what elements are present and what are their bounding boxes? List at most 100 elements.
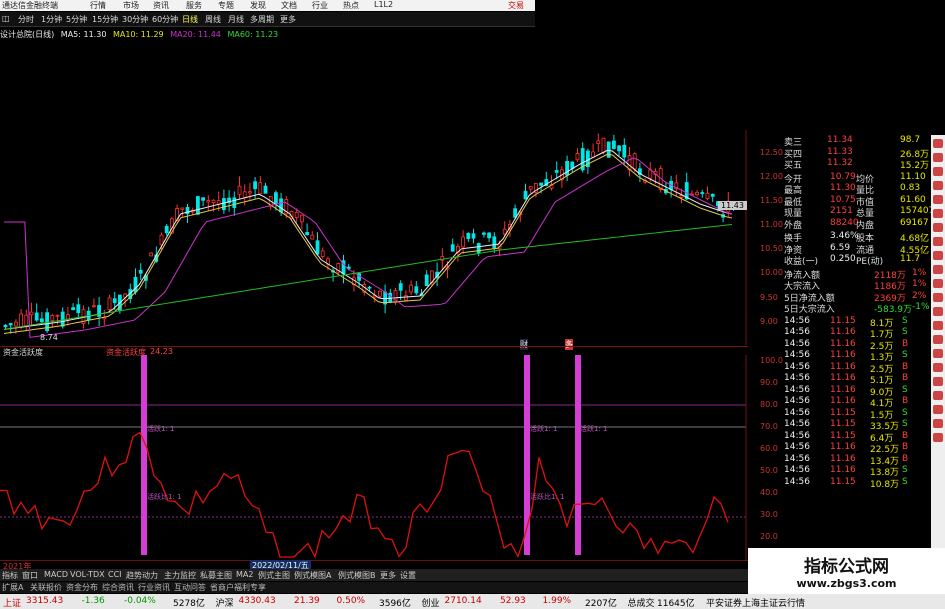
ma20-label: MA20: 11.44 <box>170 30 221 39</box>
tab[interactable]: 主力监控 <box>164 570 196 581</box>
candle <box>310 234 315 240</box>
period-tab[interactable]: 更多 <box>280 14 296 25</box>
candle <box>565 160 569 176</box>
tool-icon <box>933 335 943 344</box>
menu-item[interactable]: 服务 <box>186 0 202 11</box>
ticker-item: 0.50% <box>336 596 366 606</box>
candle <box>596 140 601 144</box>
candle <box>367 286 372 289</box>
candle <box>487 232 492 239</box>
ticker-item: 11645亿 <box>657 599 695 609</box>
tab[interactable]: 综合资讯 <box>102 582 134 593</box>
indicator-chart[interactable] <box>0 355 748 560</box>
period-tab[interactable]: 周线 <box>205 14 221 25</box>
candle <box>710 193 715 197</box>
tab[interactable]: 例式主图 <box>258 570 290 581</box>
candle <box>403 295 408 301</box>
ma-legend: 设计总院(日线) MA5: 11.30 MA10: 11.29 MA20: 11… <box>0 29 282 41</box>
period-toolbar: ◫ 分时 1分钟 5分钟 15分钟 30分钟 60分钟 日线 周线 月线 多周期… <box>0 12 535 27</box>
candle <box>591 151 595 158</box>
candle <box>414 286 419 294</box>
tab[interactable]: VOL-TDX <box>70 570 105 579</box>
ticker-item: 2710.14 <box>444 596 482 606</box>
menu-item[interactable]: 专题 <box>218 0 234 11</box>
menu-bar: 通达信金融终端 行情 市场 资讯 服务 专题 发现 文档 行业 热点 L1L2 … <box>0 0 535 11</box>
candle <box>71 307 75 311</box>
tab[interactable]: CCI <box>108 570 122 579</box>
tab[interactable]: 互动问答 <box>174 582 206 593</box>
candle <box>528 186 533 190</box>
menu-item[interactable]: 行情 <box>90 0 106 11</box>
candle <box>622 144 627 158</box>
ticker-item: 总成交 <box>627 599 655 609</box>
tool-icon <box>933 307 943 316</box>
candle <box>211 199 216 204</box>
period-tab[interactable]: 多周期 <box>250 14 274 25</box>
period-tab[interactable]: 15分钟 <box>92 14 118 25</box>
tab[interactable]: 省商户福利专享 <box>210 582 266 593</box>
tool-icon <box>933 377 943 386</box>
period-tab[interactable]: 分时 <box>18 14 34 25</box>
tool-icon <box>933 237 943 246</box>
tool-icon <box>933 153 943 162</box>
candle <box>206 200 211 203</box>
menu-item[interactable]: 资讯 <box>153 0 169 11</box>
side-toolbar[interactable] <box>931 135 945 575</box>
tool-icon <box>933 209 943 218</box>
menu-item[interactable]: 文档 <box>281 0 297 11</box>
tab[interactable]: 关联报价 <box>30 582 62 593</box>
menu-item[interactable]: 发现 <box>250 0 266 11</box>
menu-item[interactable]: L1L2 <box>374 0 393 9</box>
period-tab[interactable]: 1分钟 <box>41 14 62 25</box>
candle <box>247 191 252 194</box>
tab[interactable]: 窗口 <box>22 570 38 581</box>
period-tab[interactable]: 月线 <box>228 14 244 25</box>
period-tab-active[interactable]: 日线 <box>182 14 198 25</box>
tool-icon <box>933 223 943 232</box>
activity-bar <box>141 355 147 555</box>
ticker-item: 平安证券上海主证云行情 <box>706 599 806 609</box>
tab[interactable]: 更多 <box>380 570 396 581</box>
tab[interactable]: 设置 <box>400 570 416 581</box>
candle <box>575 152 580 161</box>
tool-icon <box>933 419 943 428</box>
trade-button[interactable]: 交易 <box>508 0 524 11</box>
tab[interactable]: 资金分布 <box>66 582 98 593</box>
tab[interactable]: 趋势动力 <box>126 570 158 581</box>
tab[interactable]: 行业资讯 <box>138 582 170 593</box>
ticker-item: 21.39 <box>294 596 320 606</box>
candle <box>481 232 486 235</box>
tab[interactable]: 指标 <box>2 570 18 581</box>
tab[interactable]: MACD <box>44 570 68 579</box>
candle <box>76 304 81 314</box>
tab[interactable]: 例式模图A <box>294 570 331 581</box>
ticker-item: -1.36 <box>81 596 105 606</box>
menu-item[interactable]: 市场 <box>123 0 139 11</box>
last-price-tag: 11.43 <box>718 201 747 210</box>
ma10-line <box>3 153 733 334</box>
period-tab[interactable]: 5分钟 <box>66 14 87 25</box>
candle <box>492 236 497 249</box>
menu-item[interactable]: 热点 <box>343 0 359 11</box>
candle <box>502 228 507 235</box>
menu-item[interactable]: 行业 <box>312 0 328 11</box>
watermark-url: www.zbgs3.com <box>796 577 897 590</box>
ma20-line <box>4 157 733 338</box>
candle <box>523 190 528 200</box>
tab[interactable]: MA2 <box>236 570 253 579</box>
candle <box>632 153 637 170</box>
ticker-item: 上证 <box>3 599 22 609</box>
site-watermark: 指标公式网 www.zbgs3.com <box>748 548 945 594</box>
candle <box>34 312 39 321</box>
tab[interactable]: 例式模图B <box>338 570 376 581</box>
period-tab[interactable]: 60分钟 <box>152 14 178 25</box>
ticker-item: 52.93 <box>500 596 526 606</box>
candle <box>705 192 710 199</box>
candlestick-chart[interactable] <box>0 130 748 345</box>
tab[interactable]: 扩展A <box>2 582 23 593</box>
ticker-item: 创业 <box>421 599 440 609</box>
period-tab[interactable]: 30分钟 <box>122 14 148 25</box>
back-icon[interactable]: ◫ <box>2 14 10 23</box>
candle <box>232 197 237 208</box>
tab[interactable]: 私募主图 <box>200 570 232 581</box>
